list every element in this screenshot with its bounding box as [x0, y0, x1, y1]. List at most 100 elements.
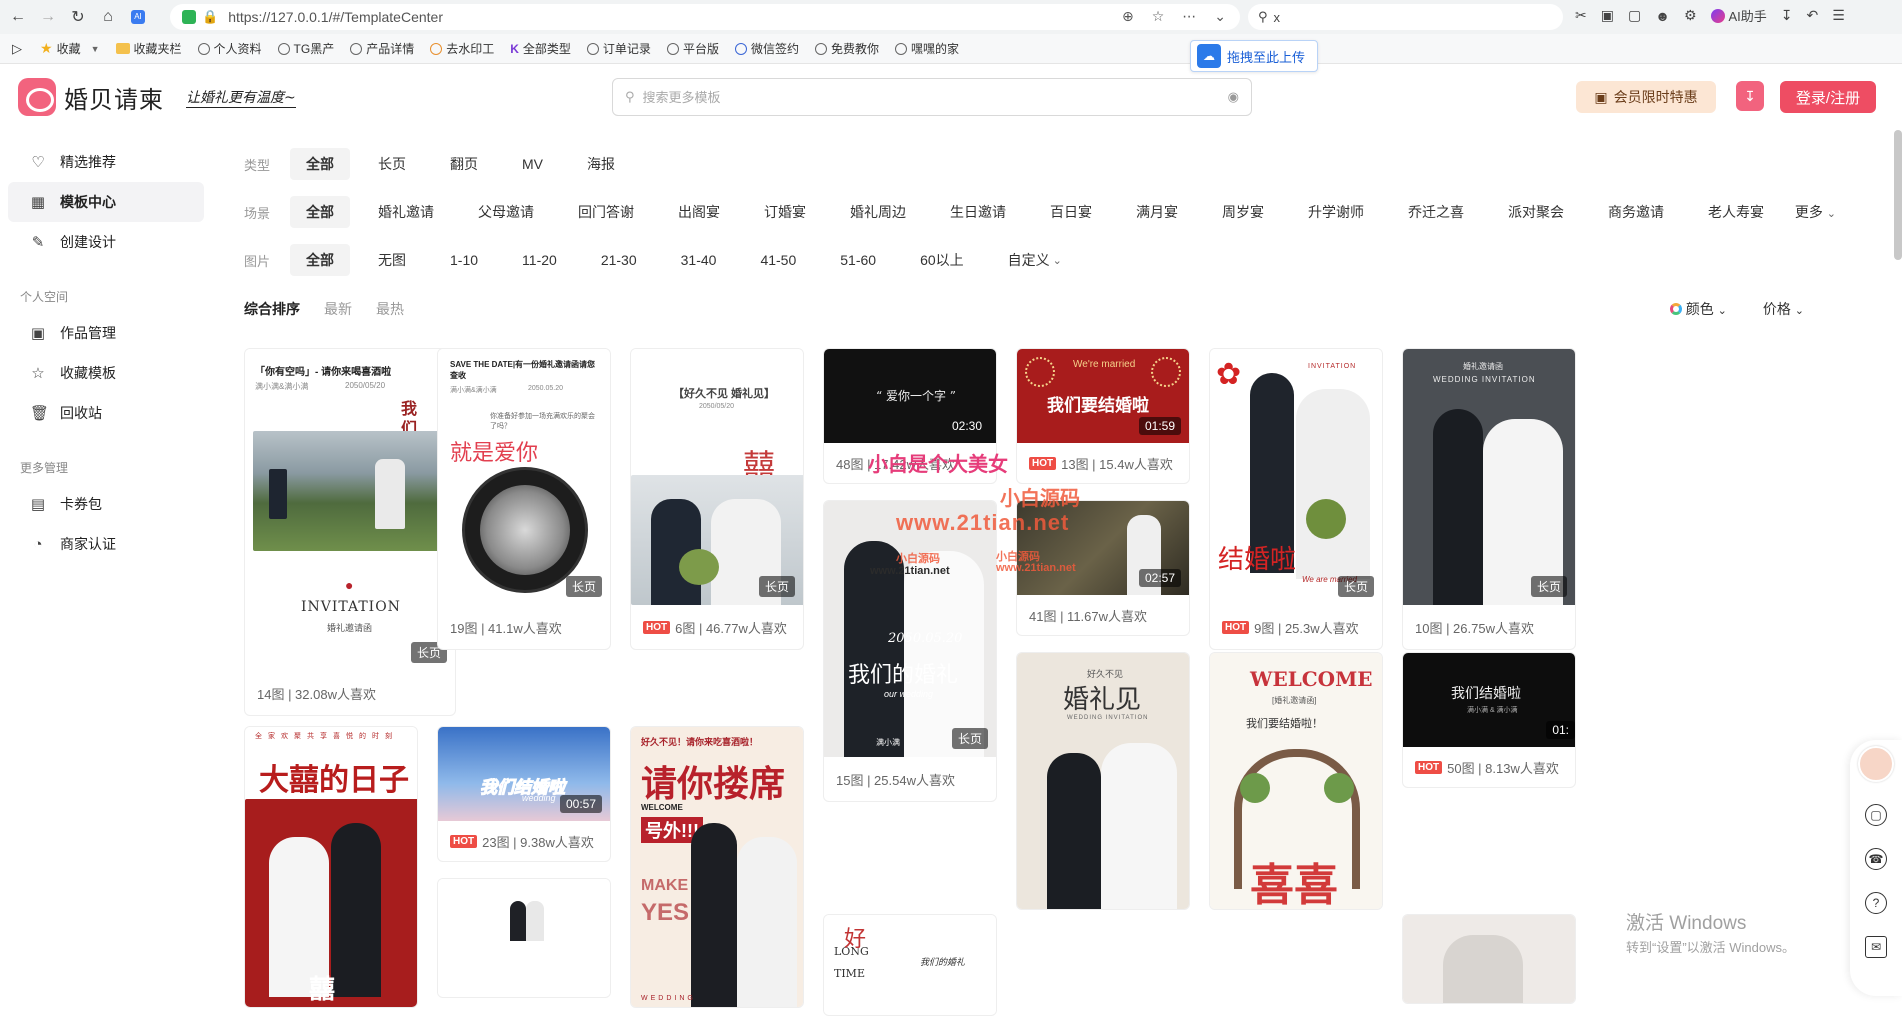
page-scrollbar[interactable] — [1894, 130, 1902, 260]
filter-scene-chip[interactable]: 婚礼邀请 — [362, 196, 450, 228]
filter-scene-chip[interactable]: 婚礼周边 — [834, 196, 922, 228]
download-app-button[interactable]: ↧ — [1736, 81, 1764, 111]
template-search-input[interactable] — [642, 89, 1228, 105]
filter-image-chip[interactable]: 11-20 — [506, 244, 573, 276]
sidebar-item-featured[interactable]: ♡ 精选推荐 — [8, 142, 204, 182]
filter-image-chip[interactable]: 全部 — [290, 244, 350, 276]
camera-icon[interactable]: ◉ — [1228, 89, 1239, 105]
bookmark-item[interactable]: TG黑产 — [277, 40, 334, 57]
browser-search-box[interactable]: ⚲ x — [1248, 4, 1563, 30]
filter-image-chip[interactable]: 41-50 — [744, 244, 812, 276]
home-icon[interactable]: ⌂ — [96, 5, 120, 29]
filter-scene-chip[interactable]: 生日邀请 — [934, 196, 1022, 228]
filter-image-chip[interactable]: 60以上 — [904, 244, 980, 276]
sidebar-item-create-design[interactable]: ✎ 创建设计 — [8, 222, 204, 262]
color-filter[interactable]: 颜色 ⌄ — [1669, 299, 1727, 319]
template-card[interactable]: 【好久不见 婚礼见】 2050/05/20 囍 长页 HOT 6图 | 46.77… — [630, 348, 804, 650]
sort-comprehensive[interactable]: 综合排序 — [244, 299, 300, 319]
bookmark-item[interactable]: K 全部类型 — [510, 40, 571, 57]
filter-scene-chip[interactable]: 乔迁之喜 — [1392, 196, 1480, 228]
filter-image-chip[interactable]: 51-60 — [824, 244, 892, 276]
filter-image-chip[interactable]: 无图 — [362, 244, 422, 276]
template-card[interactable]: 全家欢聚共享喜悦的时刻 大囍的日子 囍 — [244, 726, 418, 1008]
filter-scene-chip[interactable]: 商务邀请 — [1592, 196, 1680, 228]
vip-offer-button[interactable]: ▣ 会员限时特惠 — [1576, 81, 1716, 113]
mail-icon[interactable]: ✉ — [1865, 936, 1887, 958]
headset-icon[interactable]: ☎ — [1865, 848, 1887, 870]
site-logo[interactable]: 婚贝请柬 让婚礼更有温度~ — [18, 78, 296, 116]
download-icon[interactable]: ↧ — [1781, 7, 1793, 24]
menu-icon[interactable]: ☰ — [1832, 7, 1845, 24]
template-card[interactable] — [437, 878, 611, 998]
template-card[interactable]: We're married 我们要结婚啦 01:59 HOT 13图 | 15.4… — [1016, 348, 1190, 484]
template-card[interactable]: 好久不见！请你来吃喜酒啦！ 请你搂席 WELCOME 号外!!! MAKE YE… — [630, 726, 804, 1008]
translate-icon[interactable]: ▣ — [1601, 7, 1614, 24]
bookmark-item[interactable]: 个人资料 — [197, 40, 262, 57]
bookmark-item[interactable]: 产品详情 — [350, 40, 414, 57]
bookmark-item[interactable]: 免费教你 — [814, 40, 879, 57]
filter-image-custom[interactable]: 自定义 ⌄ — [992, 244, 1078, 276]
bookmark-item[interactable]: 嘿嘿的家 — [894, 40, 959, 57]
bookmark-item[interactable]: 微信签约 — [734, 40, 799, 57]
filter-image-chip[interactable]: 21-30 — [585, 244, 653, 276]
template-card[interactable] — [1402, 914, 1576, 1004]
back-icon[interactable]: ← — [6, 5, 30, 29]
template-card[interactable]: 「你有空吗」- 请你来喝喜酒啦 满小满&满小满 2050/05/20 我们在一起… — [244, 348, 456, 716]
template-card[interactable]: WELCOME [婚礼邀请函] 我们要结婚啦！ 喜喜 — [1209, 652, 1383, 910]
sidebar-item-coupons[interactable]: ▤ 卡券包 — [8, 484, 204, 524]
sidebar-item-merchant-cert[interactable]: ◔ 商家认证 — [8, 524, 204, 564]
customer-service-avatar[interactable] — [1858, 746, 1894, 782]
sort-newest[interactable]: 最新 — [324, 299, 352, 319]
filter-scene-chip[interactable]: 周岁宴 — [1206, 196, 1280, 228]
location-icon[interactable]: ⊕ — [1122, 8, 1134, 25]
template-card[interactable]: “ 爱你一个字 ” 02:30 48图 | 17.42w人喜欢 — [823, 348, 997, 484]
filter-type-flip[interactable]: 翻页 — [434, 148, 494, 180]
price-filter[interactable]: 价格 ⌄ — [1763, 299, 1804, 319]
filter-scene-chip[interactable]: 老人寿宴 — [1692, 196, 1780, 228]
filter-scene-chip[interactable]: 升学谢师 — [1292, 196, 1380, 228]
sidebar-item-works[interactable]: ▣ 作品管理 — [8, 313, 204, 353]
filter-image-chip[interactable]: 31-40 — [665, 244, 733, 276]
face-icon[interactable]: ☻ — [1655, 8, 1670, 24]
filter-scene-chip[interactable]: 派对聚会 — [1492, 196, 1580, 228]
bookmark-item[interactable]: ★ 收藏 ▼ — [40, 40, 100, 57]
puzzle-icon[interactable]: ⚙ — [1684, 7, 1697, 24]
ai-assistant-button[interactable]: AI助手 — [1710, 6, 1767, 25]
more-dots-icon[interactable]: ⋯ — [1182, 8, 1196, 25]
filter-type-long[interactable]: 长页 — [362, 148, 422, 180]
chevron-down-icon[interactable]: ⌄ — [1214, 8, 1226, 25]
sidebar-toggle-icon[interactable]: ▷ — [12, 41, 22, 57]
template-card[interactable]: 好久不见 婚礼见 WEDDING INVITATION — [1016, 652, 1190, 910]
template-card[interactable]: 我们结婚啦 wedding 00:57 HOT 23图 | 9.38w人喜欢 — [437, 726, 611, 862]
address-bar[interactable]: 🔒 https://127.0.0.1/#/TemplateCenter ⊕ ☆… — [170, 4, 1240, 30]
bookmark-item[interactable]: 订单记录 — [586, 40, 651, 57]
bookmark-item[interactable]: 收藏夹栏 — [115, 40, 182, 57]
filter-scene-chip[interactable]: 订婚宴 — [748, 196, 822, 228]
browser-search-value[interactable]: x — [1274, 10, 1281, 25]
bookmark-item[interactable]: 去水印工 — [430, 40, 494, 57]
filter-scene-chip[interactable]: 满月宴 — [1120, 196, 1194, 228]
filter-more-button[interactable]: 更多 ⌄ — [1795, 202, 1836, 222]
sidebar-item-favorites[interactable]: ☆ 收藏模板 — [8, 353, 204, 393]
forward-icon[interactable]: → — [36, 5, 60, 29]
ai-logo-icon[interactable]: AI — [126, 5, 150, 29]
template-card[interactable]: 02:57 41图 | 11.67w人喜欢 — [1016, 500, 1190, 636]
scissors-icon[interactable]: ✂ — [1575, 7, 1587, 24]
sidebar-item-template-center[interactable]: ▦ 模板中心 — [8, 182, 204, 222]
sort-hottest[interactable]: 最热 — [376, 299, 404, 319]
reload-icon[interactable]: ↻ — [66, 5, 90, 29]
filter-scene-chip[interactable]: 父母邀请 — [462, 196, 550, 228]
filter-scene-chip[interactable]: 百日宴 — [1034, 196, 1108, 228]
url-text[interactable]: https://127.0.0.1/#/TemplateCenter — [228, 9, 443, 25]
template-card[interactable]: SAVE THE DATE|有一份婚礼邀请函请您查收 满小满&满小满 2050.… — [437, 348, 611, 650]
filter-type-mv[interactable]: MV — [506, 148, 559, 180]
app-download-icon[interactable]: ▢ — [1865, 804, 1887, 826]
login-register-button[interactable]: 登录/注册 — [1780, 81, 1876, 113]
filter-scene-chip[interactable]: 出阁宴 — [662, 196, 736, 228]
template-card[interactable]: LONG TIME 我们的婚礼 好 — [823, 914, 997, 1016]
filter-image-chip[interactable]: 1-10 — [434, 244, 494, 276]
screenshot-icon[interactable]: ▢ — [1628, 7, 1641, 24]
undo-icon[interactable]: ↶ — [1807, 7, 1819, 24]
template-card[interactable]: 我们结婚啦 满小满 & 满小满 01: HOT 50图 | 8.13w人喜欢 — [1402, 652, 1576, 788]
filter-scene-chip[interactable]: 回门答谢 — [562, 196, 650, 228]
